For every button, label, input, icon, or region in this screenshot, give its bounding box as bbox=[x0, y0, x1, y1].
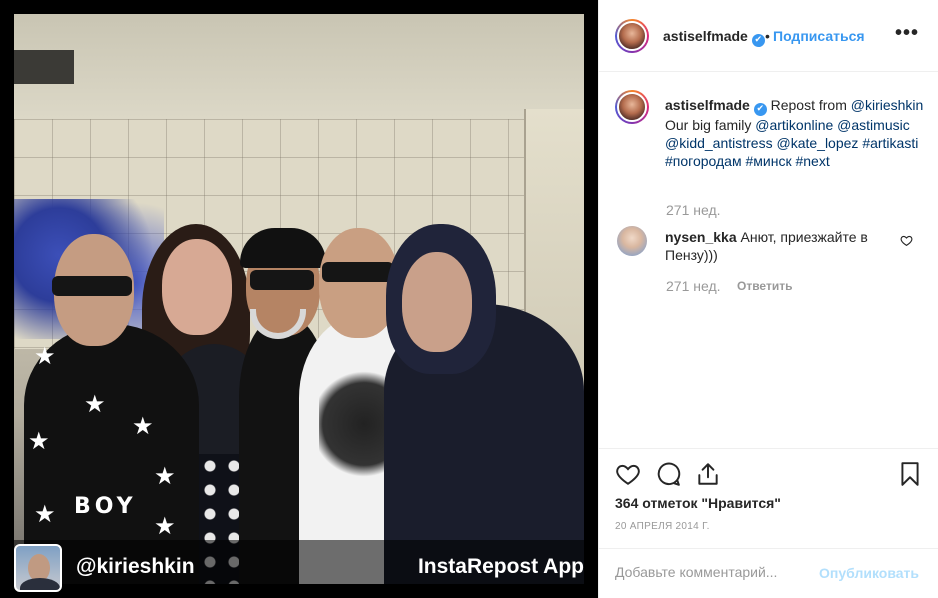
mention-link[interactable]: @artikonline bbox=[755, 117, 833, 133]
commenter-username[interactable]: nysen_kka bbox=[665, 229, 737, 245]
hashtag-link[interactable]: #минск bbox=[745, 153, 791, 169]
photo-sunglasses bbox=[52, 276, 132, 296]
photo-beam bbox=[14, 50, 74, 84]
hashtag-link[interactable]: #next bbox=[795, 153, 829, 169]
star-icon: ★ bbox=[34, 500, 56, 528]
photo-person-5-head bbox=[402, 252, 472, 352]
verified-icon: ✔ bbox=[753, 103, 767, 116]
share-icon[interactable] bbox=[695, 461, 721, 487]
watermark-app-name: InstaRepost App bbox=[417, 555, 584, 578]
watermark-handle: @kirieshkin bbox=[76, 555, 195, 578]
author-avatar[interactable] bbox=[615, 19, 649, 53]
repost-watermark: @kirieshkin InstaRepost App bbox=[0, 540, 598, 598]
follow-button[interactable]: Подписаться bbox=[773, 28, 865, 44]
reply-button[interactable]: Ответить bbox=[737, 279, 792, 293]
post-photo-pane: ★ ★ ★ ★ ★ ★ ★ BOY @kirieshkin InstaRepos… bbox=[0, 0, 598, 598]
photo-ceiling bbox=[14, 14, 584, 119]
mention-link[interactable]: @kidd_antistress bbox=[665, 135, 773, 151]
hashtag-link[interactable]: #погородам bbox=[665, 153, 742, 169]
comment-text: nysen_kka Анют, приезжайте в Пензу))) bbox=[665, 228, 895, 264]
verified-icon: ✔ bbox=[751, 34, 765, 47]
caption-lead: Repost from bbox=[766, 97, 851, 113]
photo-sunglasses bbox=[250, 270, 314, 290]
star-icon: ★ bbox=[154, 462, 176, 490]
more-options-icon[interactable]: ••• bbox=[895, 22, 919, 45]
header-separator: • bbox=[765, 28, 770, 44]
star-icon: ★ bbox=[84, 390, 106, 418]
star-icon: ★ bbox=[132, 412, 154, 440]
watermark-avatar bbox=[14, 544, 62, 592]
commenter-avatar[interactable] bbox=[617, 226, 647, 256]
shirt-text: BOY bbox=[74, 494, 137, 519]
photo-sunglasses bbox=[322, 262, 394, 282]
publish-button[interactable]: Опубликовать bbox=[819, 565, 919, 581]
post-photo[interactable]: ★ ★ ★ ★ ★ ★ ★ BOY bbox=[14, 14, 584, 584]
photo-person-2-head bbox=[162, 239, 232, 335]
comment-icon[interactable] bbox=[655, 461, 681, 487]
heart-icon[interactable] bbox=[615, 461, 641, 487]
post-side-panel: astiselfmade ✔ • Подписаться ••• astisel… bbox=[598, 0, 938, 598]
post-date[interactable]: 20 АПРЕЛЯ 2014 Г. bbox=[615, 521, 710, 532]
hashtag-link[interactable]: #artikasti bbox=[862, 135, 918, 151]
bookmark-icon[interactable] bbox=[897, 461, 923, 487]
author-username[interactable]: astiselfmade ✔ bbox=[663, 28, 765, 47]
add-comment-bar: Опубликовать bbox=[599, 548, 938, 598]
caption-body: Our big family bbox=[665, 117, 756, 133]
post-header: astiselfmade ✔ • Подписаться ••• bbox=[599, 0, 938, 72]
likes-count[interactable]: 364 отметок "Нравится" bbox=[615, 495, 781, 511]
caption-time[interactable]: 271 нед. bbox=[666, 202, 721, 218]
comment-time[interactable]: 271 нед. bbox=[666, 278, 721, 294]
star-icon: ★ bbox=[28, 427, 50, 455]
star-icon: ★ bbox=[34, 342, 56, 370]
comment-input[interactable] bbox=[615, 564, 805, 580]
mention-link[interactable]: @kate_lopez bbox=[776, 135, 858, 151]
mention-link[interactable]: @kirieshkin bbox=[851, 97, 924, 113]
heart-icon[interactable] bbox=[900, 234, 913, 247]
caption-avatar[interactable] bbox=[615, 90, 649, 124]
mention-link[interactable]: @astimusic bbox=[837, 117, 910, 133]
caption-username[interactable]: astiselfmade bbox=[665, 97, 750, 113]
star-icon: ★ bbox=[154, 512, 176, 540]
caption-text: astiselfmade ✔ Repost from @kirieshkin O… bbox=[665, 96, 925, 170]
